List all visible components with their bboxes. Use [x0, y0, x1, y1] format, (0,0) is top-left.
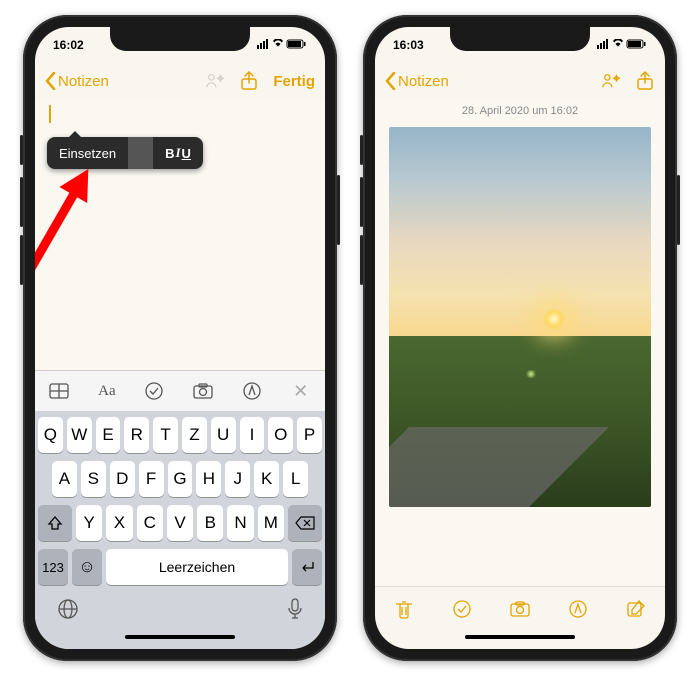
keyboard-toolbar: Aa ✕ [35, 370, 325, 411]
checklist-icon[interactable] [144, 381, 164, 401]
key-q[interactable]: Q [38, 417, 63, 453]
status-icons [257, 38, 307, 52]
collaborate-icon[interactable] [601, 71, 621, 91]
key-e[interactable]: E [96, 417, 121, 453]
key-c[interactable]: C [137, 505, 163, 541]
shift-key[interactable] [38, 505, 72, 541]
text-cursor [49, 105, 51, 123]
note-content[interactable]: 28. April 2020 um 16:02 [375, 99, 665, 586]
return-key[interactable] [292, 549, 322, 585]
markup-icon[interactable] [242, 381, 262, 401]
camera-icon[interactable] [193, 381, 213, 401]
back-label: Notizen [398, 73, 449, 90]
close-keyboard-icon[interactable]: ✕ [291, 381, 311, 401]
key-g[interactable]: G [168, 461, 193, 497]
keyboard: QWERTZUIOP ASDFGHJKL YXCVBNM 123 ☺ Leerz… [35, 411, 325, 591]
phone-right: 16:03 Notizen 28. April 2020 um 16:02 [363, 15, 677, 661]
home-indicator[interactable] [465, 635, 575, 639]
camera-icon[interactable] [510, 599, 530, 619]
inserted-photo[interactable] [389, 127, 651, 507]
annotation-arrow [35, 159, 106, 335]
key-d[interactable]: D [110, 461, 135, 497]
nav-bar: Notizen [375, 63, 665, 99]
back-button[interactable]: Notizen [385, 72, 449, 90]
key-w[interactable]: W [67, 417, 92, 453]
status-time: 16:03 [393, 38, 424, 52]
key-f[interactable]: F [139, 461, 164, 497]
key-o[interactable]: O [268, 417, 293, 453]
nav-bar: Notizen Fertig [35, 63, 325, 99]
textstyle-button[interactable]: Aa [98, 383, 116, 400]
numbers-key[interactable]: 123 [38, 549, 68, 585]
status-icons [597, 38, 647, 52]
trash-icon[interactable] [394, 599, 414, 619]
key-t[interactable]: T [153, 417, 178, 453]
collaborate-icon[interactable] [205, 71, 225, 91]
key-p[interactable]: P [297, 417, 322, 453]
key-m[interactable]: M [258, 505, 284, 541]
key-v[interactable]: V [167, 505, 193, 541]
key-u[interactable]: U [211, 417, 236, 453]
space-key[interactable]: Leerzeichen [106, 549, 288, 585]
done-button[interactable]: Fertig [273, 73, 315, 90]
status-time: 16:02 [53, 38, 84, 52]
emoji-key[interactable]: ☺ [72, 549, 102, 585]
note-timestamp: 28. April 2020 um 16:02 [375, 99, 665, 123]
format-option[interactable]: BIU [153, 145, 203, 161]
key-k[interactable]: K [254, 461, 279, 497]
phone-left: 16:02 Notizen Fertig Ein [23, 15, 337, 661]
note-editor[interactable]: Einsetzen BIU [35, 99, 325, 370]
paste-option[interactable]: Einsetzen [47, 146, 128, 161]
key-h[interactable]: H [196, 461, 221, 497]
globe-icon[interactable] [57, 598, 79, 625]
back-label: Notizen [58, 73, 109, 90]
key-i[interactable]: I [240, 417, 265, 453]
compose-icon[interactable] [626, 599, 646, 619]
back-button[interactable]: Notizen [45, 72, 109, 90]
backspace-key[interactable] [288, 505, 322, 541]
home-indicator[interactable] [125, 635, 235, 639]
key-z[interactable]: Z [182, 417, 207, 453]
key-n[interactable]: N [227, 505, 253, 541]
mic-icon[interactable] [287, 598, 303, 625]
key-s[interactable]: S [81, 461, 106, 497]
table-icon[interactable] [49, 381, 69, 401]
key-a[interactable]: A [52, 461, 77, 497]
key-x[interactable]: X [106, 505, 132, 541]
key-l[interactable]: L [283, 461, 308, 497]
share-icon[interactable] [635, 71, 655, 91]
key-b[interactable]: B [197, 505, 223, 541]
bottom-toolbar [375, 586, 665, 631]
key-y[interactable]: Y [76, 505, 102, 541]
markup-icon[interactable] [568, 599, 588, 619]
checklist-icon[interactable] [452, 599, 472, 619]
share-icon[interactable] [239, 71, 259, 91]
key-j[interactable]: J [225, 461, 250, 497]
key-r[interactable]: R [124, 417, 149, 453]
